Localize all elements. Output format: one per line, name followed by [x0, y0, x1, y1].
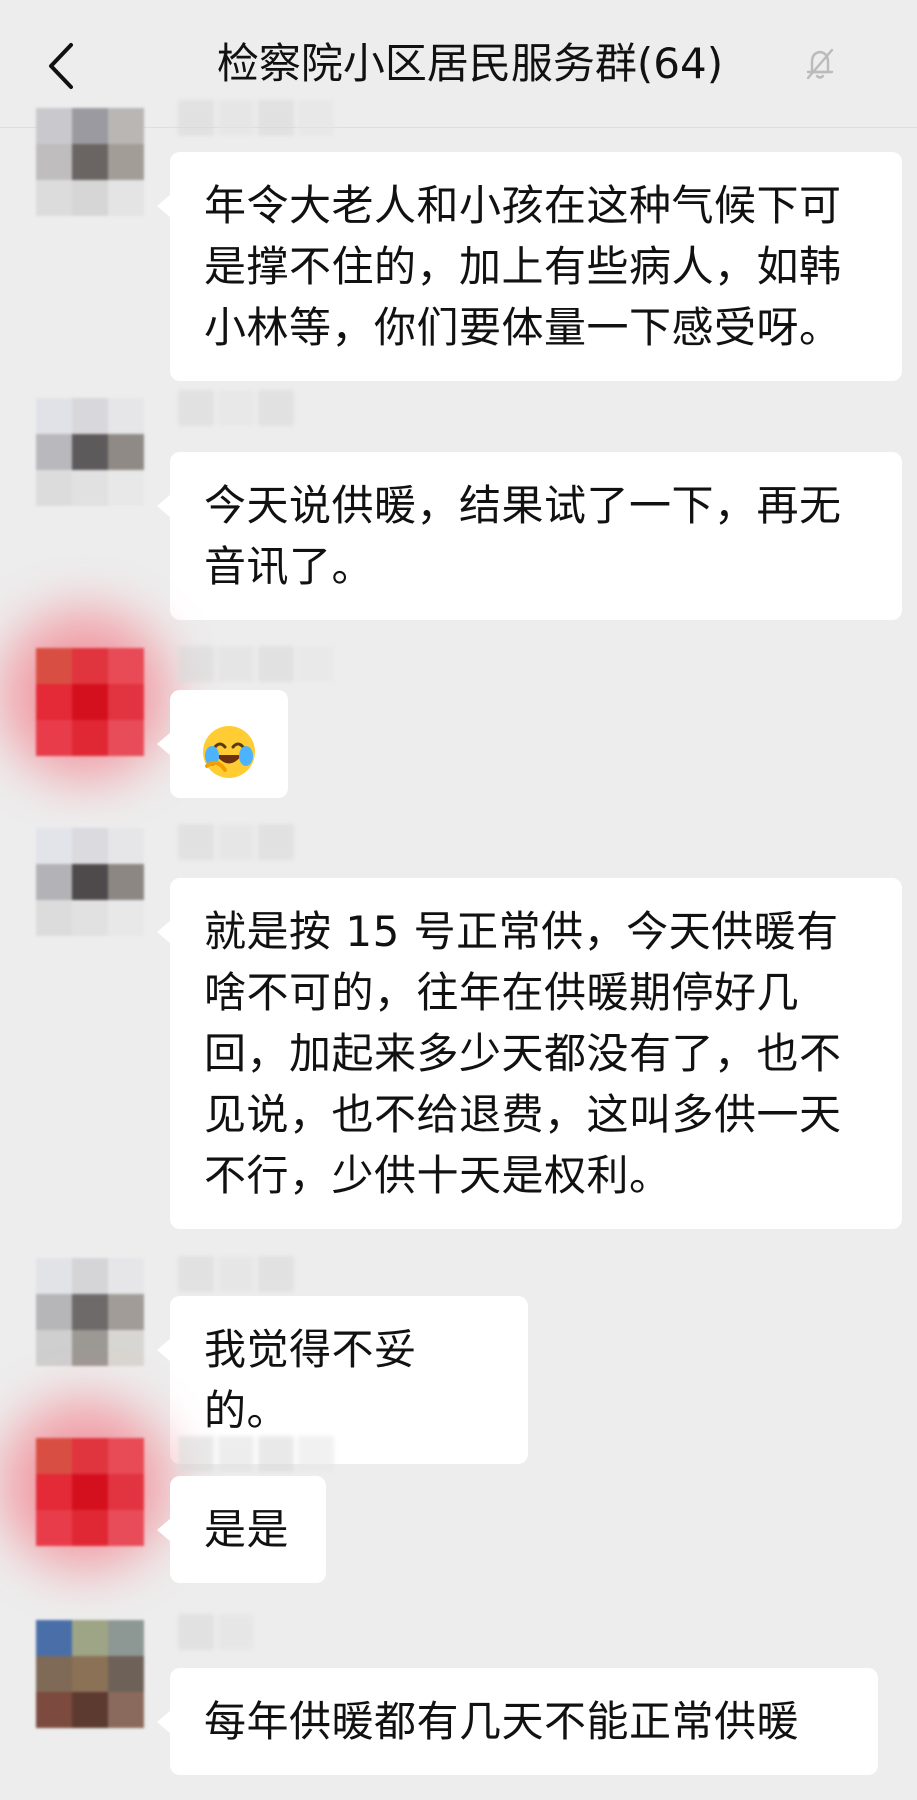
back-button[interactable] [38, 38, 82, 94]
message-text: 是是 [204, 1505, 290, 1554]
message-bubble[interactable]: 每年供暖都有几天不能正常供暖 [157, 1668, 878, 1775]
avatar[interactable] [36, 1438, 144, 1546]
avatar[interactable] [36, 108, 144, 216]
message-text: 就是按 15 号正常供，今天供暖有啥不可的，往年在供暖期停好几回，加起来多少天都… [204, 907, 842, 1200]
sender-name [178, 824, 294, 860]
chevron-left-icon [49, 43, 73, 89]
message-bubble[interactable]: 就是按 15 号正常供，今天供暖有啥不可的，往年在供暖期停好几回，加起来多少天都… [157, 878, 902, 1229]
message-bubble[interactable] [157, 690, 288, 798]
avatar[interactable] [36, 1258, 144, 1366]
avatar[interactable] [36, 398, 144, 506]
sender-name [178, 390, 294, 426]
sender-name [178, 100, 334, 136]
message-bubble[interactable]: 年令大老人和小孩在这种气候下可是撑不住的，加上有些病人，如韩小林等，你们要体量一… [157, 152, 902, 381]
sender-name [178, 1256, 294, 1292]
message-text: 年令大老人和小孩在这种气候下可是撑不住的，加上有些病人，如韩小林等，你们要体量一… [204, 181, 842, 352]
message-text: 今天说供暖，结果试了一下，再无音讯了。 [204, 481, 842, 591]
message-text: 每年供暖都有几天不能正常供暖 [204, 1697, 800, 1746]
avatar[interactable] [36, 828, 144, 936]
bell-off-icon[interactable] [800, 44, 840, 84]
avatar[interactable] [36, 1620, 144, 1728]
message-text: 我觉得不妥的。 [204, 1325, 417, 1435]
message-bubble[interactable]: 今天说供暖，结果试了一下，再无音讯了。 [157, 452, 902, 620]
message-bubble[interactable]: 是是 [157, 1476, 326, 1583]
sender-name [178, 646, 334, 682]
avatar[interactable] [36, 648, 144, 756]
sender-name [178, 1436, 334, 1472]
sender-name [178, 1614, 254, 1650]
face-with-tears-of-joy-emoji [203, 725, 255, 778]
chat-title: 检察院小区居民服务群(64) [216, 39, 724, 88]
